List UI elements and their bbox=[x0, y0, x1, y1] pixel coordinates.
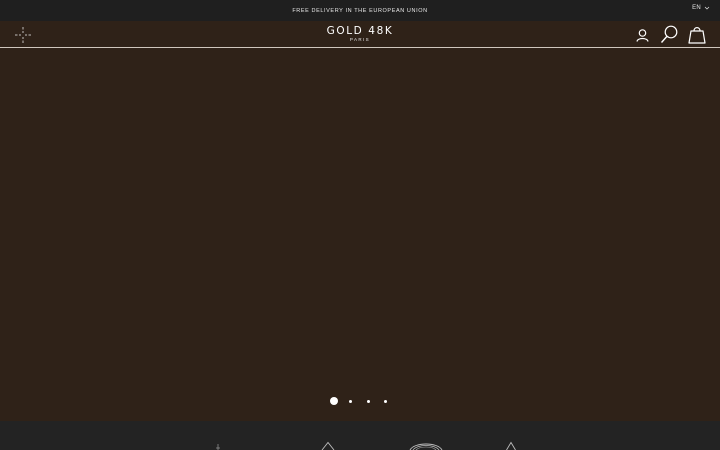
language-label: EN bbox=[692, 5, 701, 11]
brand-logo[interactable]: GOLD 48K PARIS bbox=[310, 25, 410, 43]
announcement-bar: FREE DELIVERY IN THE EUROPEAN UNION EN bbox=[0, 0, 720, 21]
arrow-down-icon bbox=[216, 444, 220, 450]
carousel-dot-4[interactable] bbox=[384, 399, 387, 403]
features-strip bbox=[0, 421, 720, 450]
carousel-pagination bbox=[0, 396, 720, 406]
chevron-down-icon bbox=[704, 6, 710, 10]
search-icon[interactable] bbox=[660, 25, 678, 44]
logo-city-text: PARIS bbox=[349, 37, 371, 42]
carousel-dot-1-active[interactable] bbox=[330, 397, 338, 405]
language-selector[interactable]: EN bbox=[692, 5, 710, 11]
carousel-dot-3[interactable] bbox=[367, 399, 370, 403]
shopping-bag-icon[interactable] bbox=[688, 25, 706, 44]
account-icon[interactable] bbox=[636, 28, 649, 42]
site-header: GOLD 48K PARIS bbox=[0, 21, 720, 48]
announcement-text: FREE DELIVERY IN THE EUROPEAN UNION bbox=[292, 7, 428, 14]
logo-brand-text: GOLD 48K bbox=[326, 25, 394, 37]
carousel-dot-2[interactable] bbox=[349, 399, 352, 403]
mountain-icon bbox=[321, 441, 335, 450]
menu-icon[interactable] bbox=[14, 26, 32, 44]
drop-icon bbox=[506, 441, 516, 450]
hero-slide bbox=[0, 49, 720, 421]
arch-icon bbox=[409, 443, 443, 450]
